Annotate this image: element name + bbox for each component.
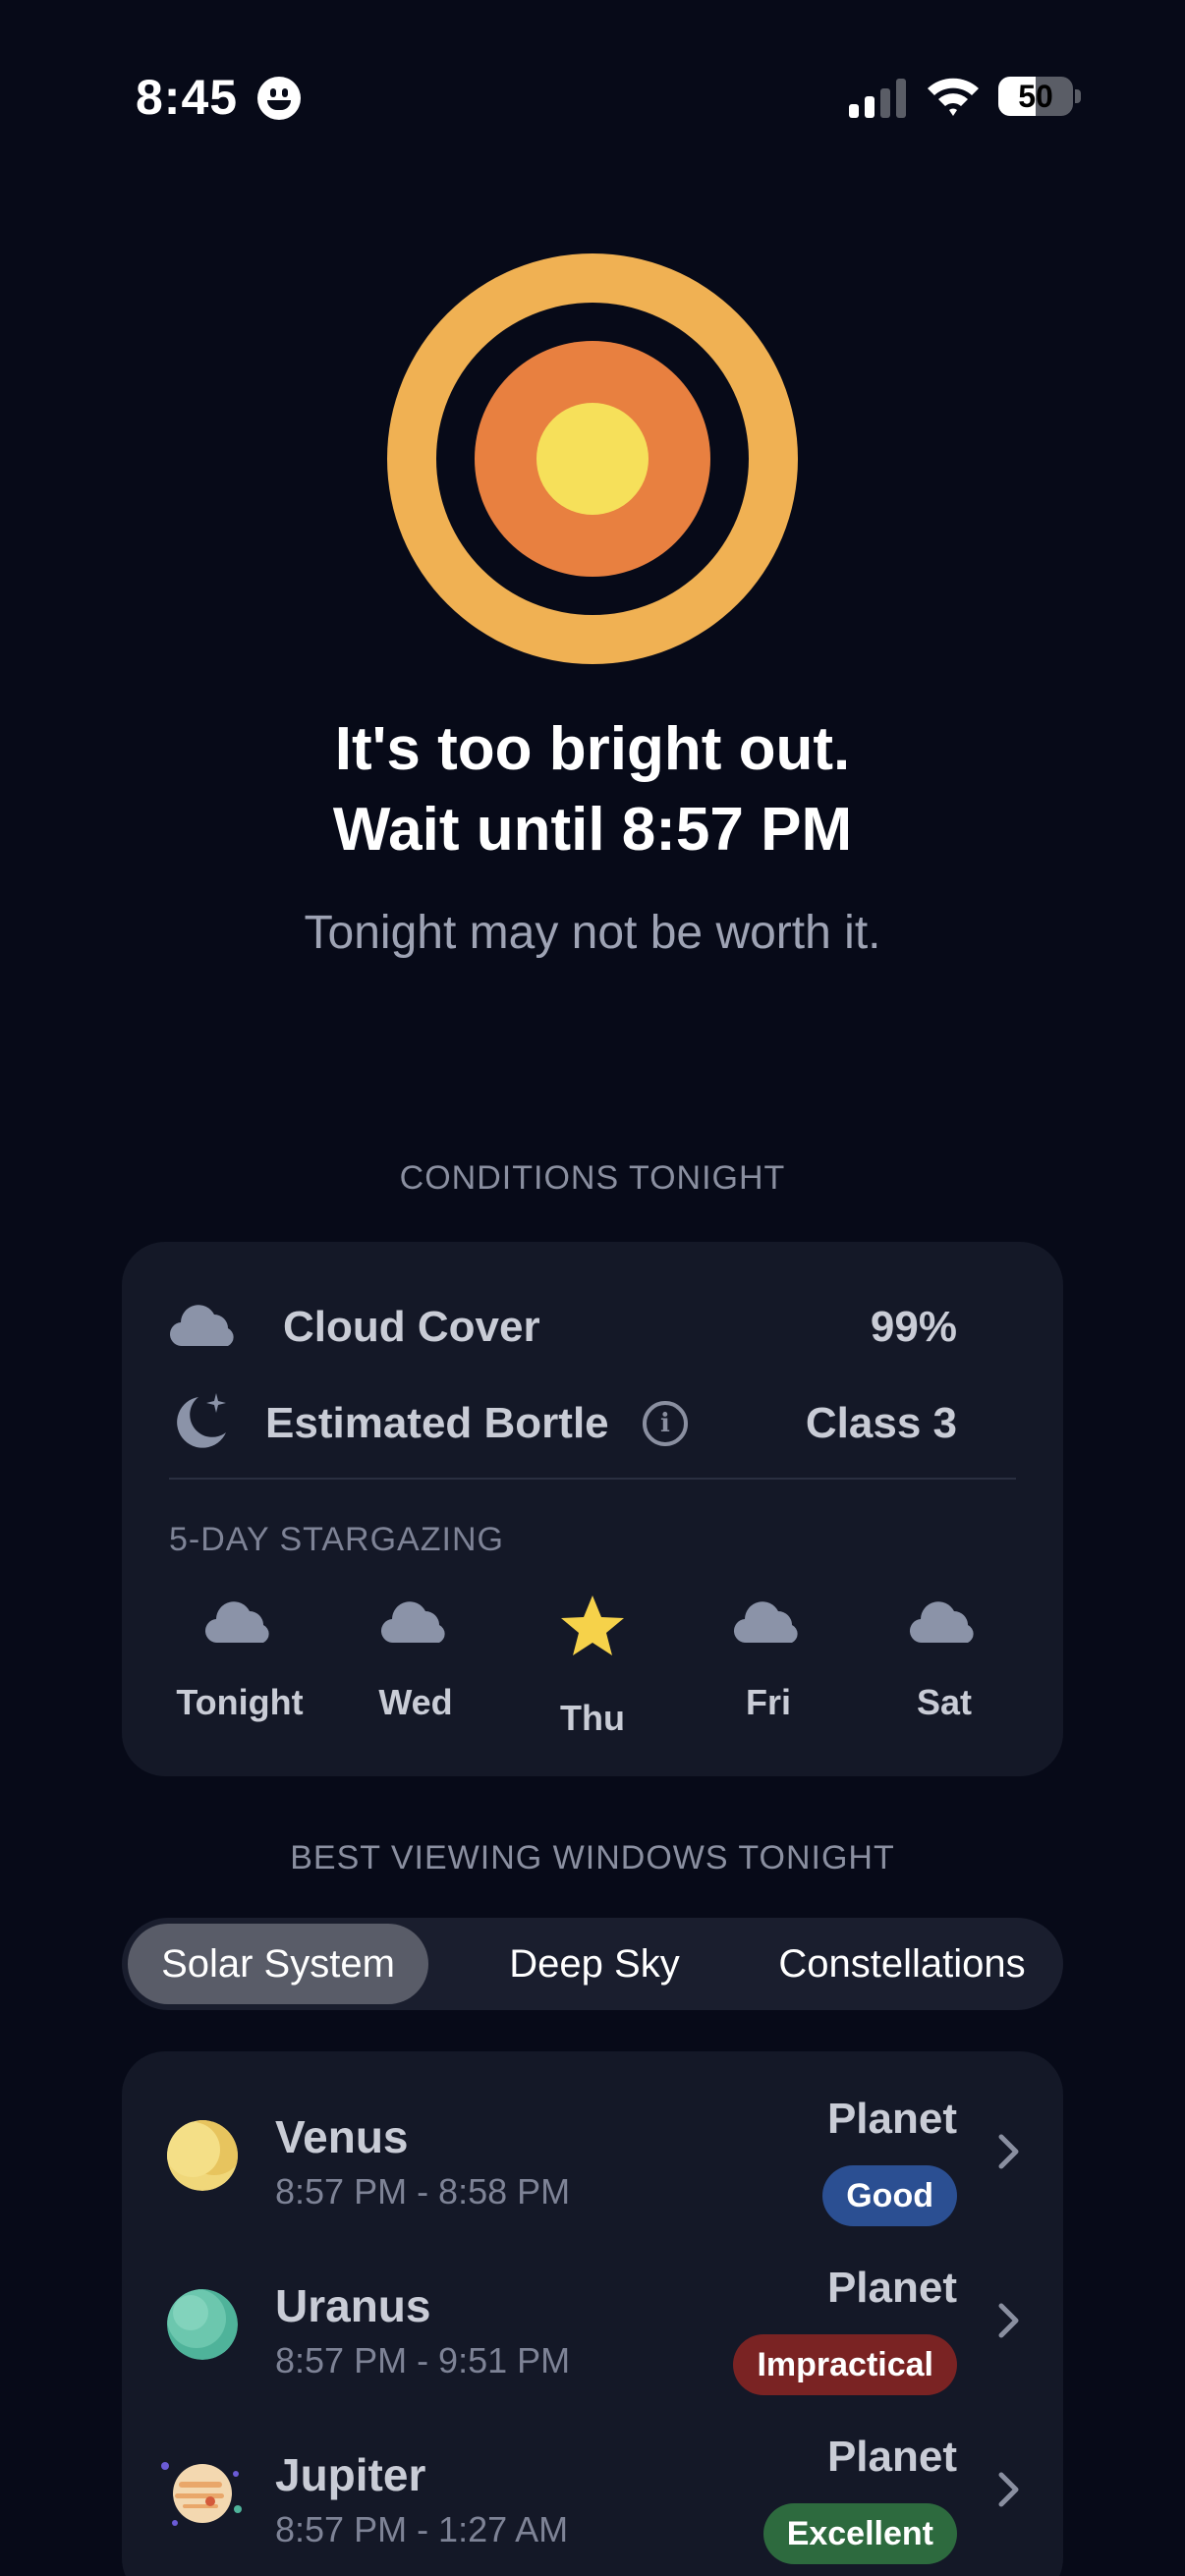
tab-deep-sky[interactable]: Deep Sky (456, 1924, 733, 2004)
status-time: 8:45 (136, 70, 239, 125)
rating-badge: Impractical (733, 2334, 957, 2395)
rating-badge: Excellent (762, 2503, 957, 2564)
cloud-icon (380, 1601, 445, 1644)
object-time-window: 8:57 PM - 1:27 AM (275, 2509, 569, 2549)
object-type: Planet (826, 2095, 957, 2143)
bortle-label: Estimated Bortle (265, 1399, 609, 1447)
screen: 8:45 50 It's too bright out. Wait until … (0, 0, 1185, 2576)
forecast-day-label: Fri (745, 1682, 791, 1722)
chevron-right-icon (998, 2134, 1019, 2169)
cloud-icon (204, 1601, 269, 1644)
list-item-jupiter[interactable]: Jupiter 8:57 PM - 1:27 AM Planet Excelle… (122, 2403, 1063, 2572)
object-name: Venus (275, 2111, 409, 2162)
forecast-day-wed[interactable]: Wed (327, 1596, 504, 1753)
object-type: Planet (826, 2433, 957, 2481)
chevron-right-icon (998, 2303, 1019, 2338)
battery-icon: 50 (998, 77, 1081, 116)
tab-solar-system[interactable]: Solar System (128, 1924, 428, 2004)
cloud-icon (909, 1601, 974, 1644)
object-time-window: 8:57 PM - 9:51 PM (275, 2340, 571, 2380)
forecast-day-fri[interactable]: Fri (680, 1596, 857, 1753)
uranus-planet-icon (167, 2289, 238, 2360)
forecast-day-sat[interactable]: Sat (856, 1596, 1033, 1753)
headline-line-2: Wait until 8:57 PM (332, 796, 853, 864)
list-item-uranus[interactable]: Uranus 8:57 PM - 9:51 PM Planet Impracti… (122, 2234, 1063, 2403)
signal-bar (896, 79, 906, 118)
divider (169, 1478, 1016, 1480)
bortle-value: Class 3 (805, 1399, 957, 1447)
info-icon[interactable]: i (643, 1401, 688, 1446)
headline: It's too bright out. Wait until 8:57 PM (0, 709, 1185, 870)
forecast-title: 5-DAY STARGAZING (169, 1521, 504, 1558)
cellular-signal-icon (849, 79, 906, 118)
forecast-day-label: Sat (916, 1682, 973, 1722)
battery-level: 50 (1018, 79, 1053, 114)
cloud-cover-value: 99% (870, 1303, 957, 1351)
bortle-row: Estimated Bortle i Class 3 (122, 1381, 1063, 1460)
rating-badge: Good (822, 2165, 957, 2226)
forecast-day-tonight[interactable]: Tonight (151, 1596, 328, 1753)
list-item-venus[interactable]: Venus 8:57 PM - 8:58 PM Planet Good (122, 2065, 1063, 2234)
signal-bar (865, 96, 875, 118)
viewing-section-title: BEST VIEWING WINDOWS TONIGHT (290, 1839, 895, 1876)
category-tabs: Solar System Deep Sky Constellations (122, 1918, 1063, 2010)
cloud-icon (733, 1601, 798, 1644)
object-name: Uranus (275, 2280, 431, 2331)
star-icon (561, 1596, 624, 1655)
chevron-right-icon (998, 2472, 1019, 2507)
venus-planet-icon (167, 2120, 238, 2191)
object-name: Jupiter (275, 2449, 426, 2500)
wifi-icon (928, 78, 979, 116)
conditions-section-title: CONDITIONS TONIGHT (399, 1159, 786, 1197)
cloud-cover-row: Cloud Cover 99% (122, 1285, 1063, 1364)
conditions-card: Cloud Cover 99% Estimated Bortle i Class… (122, 1242, 1063, 1776)
forecast-day-label: Wed (378, 1682, 453, 1722)
object-time-window: 8:57 PM - 8:58 PM (275, 2171, 571, 2212)
viewing-list-card: Venus 8:57 PM - 8:58 PM Planet Good Uran… (122, 2051, 1063, 2576)
signal-bar (880, 88, 890, 118)
forecast-day-thu[interactable]: Thu (504, 1596, 681, 1753)
brightness-sun-icon (387, 253, 798, 664)
forecast-day-label: Thu (560, 1698, 625, 1738)
smiley-face-icon (257, 77, 301, 120)
cloud-icon (169, 1305, 234, 1347)
moon-stars-icon (177, 1393, 226, 1448)
status-bar: 8:45 50 (0, 0, 1185, 177)
jupiter-planet-icon (161, 2458, 242, 2529)
headline-line-1: It's too bright out. (334, 715, 851, 783)
subline: Tonight may not be worth it. (304, 907, 881, 959)
cloud-cover-label: Cloud Cover (283, 1303, 540, 1351)
signal-bar (849, 104, 859, 118)
tab-constellations[interactable]: Constellations (747, 1924, 1057, 2004)
forecast-day-label: Tonight (176, 1682, 304, 1722)
object-type: Planet (826, 2264, 957, 2312)
